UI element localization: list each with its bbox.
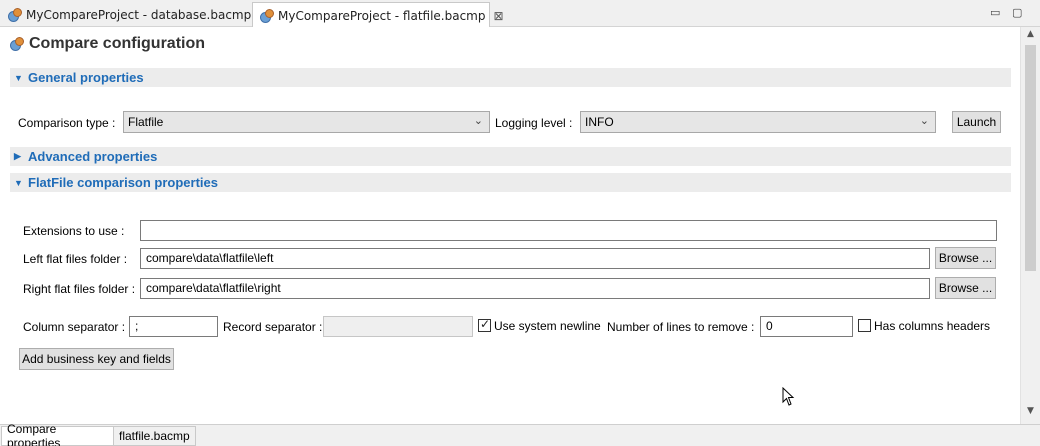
minimize-icon[interactable]: ▭	[990, 6, 1000, 19]
logging-level-select[interactable]: INFO ⌄	[580, 111, 936, 133]
tab-flatfile-bacmp[interactable]: MyCompareProject - flatfile.bacmp ⊠	[252, 2, 504, 28]
lines-to-remove-input[interactable]: 0	[760, 316, 853, 337]
maximize-icon[interactable]: ▢	[1012, 6, 1022, 19]
record-separator-input[interactable]	[323, 316, 473, 337]
browse-right-button[interactable]: Browse ...	[935, 277, 996, 299]
scroll-up-icon[interactable]: ▲	[1021, 29, 1040, 45]
db-compare-icon	[258, 8, 274, 24]
left-folder-input[interactable]: compare\data\flatfile\left	[140, 248, 930, 269]
collapsed-triangle-icon: ▶	[14, 151, 21, 161]
section-advanced-properties[interactable]: ▶ Advanced properties	[10, 147, 1011, 166]
right-folder-input[interactable]: compare\data\flatfile\right	[140, 278, 930, 299]
extensions-label: Extensions to use :	[23, 224, 125, 238]
comparison-type-value: Flatfile	[128, 115, 164, 129]
section-label: Advanced properties	[28, 149, 158, 164]
page-title: Compare configuration	[8, 35, 205, 53]
expanded-triangle-icon: ▼	[14, 177, 23, 188]
add-business-key-button[interactable]: Add business key and fields	[19, 348, 174, 370]
bottom-tab-bar: Compare properties flatfile.bacmp	[0, 422, 1040, 446]
right-folder-label: Right flat files folder :	[23, 282, 136, 296]
use-system-newline-checkbox[interactable]	[478, 317, 491, 332]
scroll-thumb[interactable]	[1025, 45, 1036, 271]
expanded-triangle-icon: ▼	[14, 72, 23, 83]
close-icon[interactable]: ⊠	[494, 9, 504, 23]
section-flatfile-properties[interactable]: ▼ FlatFile comparison properties	[10, 173, 1011, 192]
scroll-down-icon[interactable]: ▼	[1021, 406, 1040, 422]
tab-flatfile-source[interactable]: flatfile.bacmp	[114, 426, 196, 446]
extensions-input[interactable]	[140, 220, 997, 241]
logging-level-value: INFO	[585, 115, 614, 129]
has-columns-headers-label: Has columns headers	[874, 319, 991, 333]
tab-label: MyCompareProject - database.bacmp	[26, 7, 252, 22]
editor-tab-bar: MyCompareProject - database.bacmp MyComp…	[0, 0, 1040, 28]
launch-button[interactable]: Launch	[952, 111, 1001, 133]
mouse-cursor-icon	[782, 387, 795, 406]
tab-compare-properties[interactable]: Compare properties	[1, 422, 114, 446]
vertical-scrollbar[interactable]: ▲ ▼	[1020, 27, 1040, 424]
editor-content: Compare configuration ▼ General properti…	[0, 27, 1020, 424]
tab-database-bacmp[interactable]: MyCompareProject - database.bacmp	[1, 2, 252, 27]
section-label: General properties	[28, 70, 144, 85]
browse-left-button[interactable]: Browse ...	[935, 247, 996, 269]
use-system-newline-label: Use system newline	[494, 319, 601, 333]
column-separator-input[interactable]: ;	[129, 316, 218, 337]
comparison-type-label: Comparison type :	[18, 116, 116, 130]
section-label: FlatFile comparison properties	[28, 175, 218, 190]
left-folder-label: Left flat files folder :	[23, 252, 128, 266]
record-separator-label: Record separator :	[223, 320, 323, 334]
tab-label: MyCompareProject - flatfile.bacmp	[278, 8, 486, 23]
comparison-type-select[interactable]: Flatfile ⌄	[123, 111, 490, 133]
section-general-properties[interactable]: ▼ General properties	[10, 68, 1011, 87]
db-compare-icon	[6, 7, 22, 23]
chevron-down-icon: ⌄	[473, 115, 483, 127]
lines-to-remove-label: Number of lines to remove :	[607, 320, 755, 334]
db-compare-icon	[8, 36, 24, 52]
column-separator-label: Column separator :	[23, 320, 126, 334]
logging-level-label: Logging level :	[495, 116, 573, 130]
has-columns-headers-checkbox[interactable]	[858, 319, 871, 332]
chevron-down-icon: ⌄	[919, 115, 929, 127]
page-title-text: Compare configuration	[29, 35, 206, 52]
